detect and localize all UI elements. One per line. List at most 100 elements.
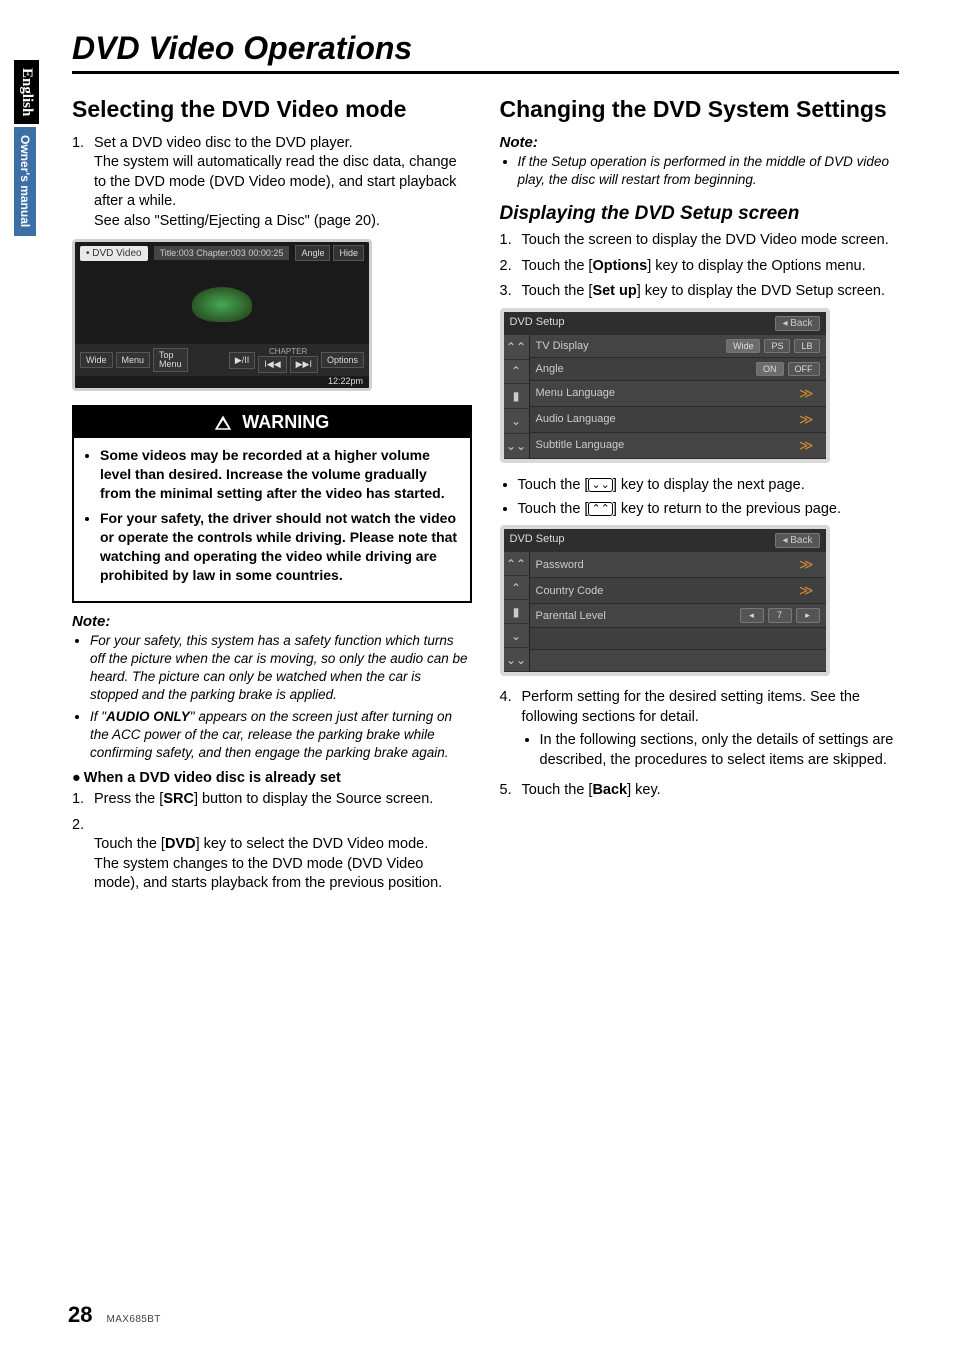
- setup-row-label: Parental Level: [536, 610, 740, 622]
- setup-row-label: Audio Language: [536, 413, 793, 425]
- dvd-setup-screenshot-2: DVD Setup ◂ Back ⌃⌃ ⌃ ▮ ⌄ ⌄⌄ Password≫Co…: [500, 525, 830, 676]
- model-number: MAX685BT: [106, 1314, 160, 1325]
- step-text: Touch the [DVD] key to select the DVD Vi…: [94, 816, 472, 894]
- angle-button[interactable]: Angle: [295, 245, 330, 261]
- list-number: 2.: [72, 816, 94, 894]
- right-column: Changing the DVD System Settings Note: I…: [500, 96, 900, 900]
- list-number: 4.: [500, 688, 522, 774]
- setup-row[interactable]: TV DisplayWidePS LB: [530, 335, 826, 358]
- page-down-icon: ⌄⌄: [588, 478, 612, 492]
- setup-option-button[interactable]: Wide: [726, 339, 761, 353]
- note-label: Note:: [72, 613, 472, 630]
- chapter-label: CHAPTER: [269, 347, 307, 356]
- title-chapter-info: Title:003 Chapter:003: [160, 248, 246, 258]
- chevron-right-icon[interactable]: ≫: [793, 582, 820, 599]
- next-chapter-button[interactable]: ▶▶I: [290, 356, 318, 373]
- setup-row-label: Country Code: [536, 585, 793, 597]
- dvd-video-screenshot: • DVD Video Title:003 Chapter:00300:00:2…: [72, 239, 372, 391]
- list-number: 3.: [500, 282, 522, 302]
- warning-item: Some videos may be recorded at a higher …: [100, 446, 460, 503]
- side-tabs: English Owner's manual: [14, 60, 44, 239]
- step-text: Touch the [Options] key to display the O…: [522, 257, 900, 277]
- step-text: Set a DVD video disc to the DVD player. …: [94, 134, 472, 232]
- tab-owners-manual: Owner's manual: [14, 127, 36, 235]
- list-number: 2.: [500, 257, 522, 277]
- scroll-up-icon[interactable]: ⌃: [504, 576, 529, 600]
- setup-option-button[interactable]: ▸: [796, 608, 820, 623]
- note-label: Note:: [500, 134, 900, 151]
- chevron-right-icon[interactable]: ≫: [793, 437, 820, 454]
- page-title: DVD Video Operations: [72, 30, 899, 74]
- setup-row[interactable]: Password≫: [530, 552, 826, 578]
- setup-row-label: Subtitle Language: [536, 439, 793, 451]
- warning-item: For your safety, the driver should not w…: [100, 509, 460, 585]
- note-item: For your safety, this system has a safet…: [90, 632, 472, 705]
- play-pause-button[interactable]: ▶/II: [229, 352, 255, 369]
- heading-changing-dvd-settings: Changing the DVD System Settings: [500, 96, 900, 124]
- setup-row-label: TV Display: [536, 340, 726, 352]
- bullet-text: Touch the [⌃⌃] key to return to the prev…: [518, 499, 900, 519]
- setup-row[interactable]: Parental Level◂ 7 ▸: [530, 604, 826, 628]
- warning-box: WARNING Some videos may be recorded at a…: [72, 405, 472, 602]
- scroll-up-icon[interactable]: ⌃: [504, 360, 529, 385]
- warning-title: WARNING: [242, 412, 329, 433]
- hide-button[interactable]: Hide: [333, 245, 364, 261]
- scroll-top-icon[interactable]: ⌃⌃: [504, 335, 529, 360]
- heading-selecting-dvd-video-mode: Selecting the DVD Video mode: [72, 96, 472, 124]
- scroll-bottom-icon[interactable]: ⌄⌄: [504, 434, 529, 459]
- scroll-top-icon[interactable]: ⌃⌃: [504, 552, 529, 576]
- setup-option-button[interactable]: ◂: [740, 608, 764, 623]
- step-text: Touch the [Back] key.: [522, 781, 900, 801]
- bullet-text: Touch the [⌄⌄] key to display the next p…: [518, 475, 900, 495]
- setup-option-button[interactable]: ON: [756, 362, 784, 376]
- list-number: 1.: [72, 790, 94, 810]
- scroll-bar-icon[interactable]: ▮: [504, 384, 529, 409]
- video-content-image: [192, 287, 252, 322]
- setup-row[interactable]: AngleON OFF: [530, 358, 826, 381]
- step-text: Touch the [Set up] key to display the DV…: [522, 282, 900, 302]
- prev-chapter-button[interactable]: I◀◀: [258, 356, 286, 373]
- back-button[interactable]: ◂ Back: [775, 533, 819, 548]
- setup-row-empty: [530, 650, 826, 672]
- menu-button[interactable]: Menu: [116, 352, 151, 368]
- step-text: Perform setting for the desired setting …: [522, 688, 900, 774]
- note-item: If the Setup operation is performed in t…: [518, 153, 900, 189]
- setup-row[interactable]: Subtitle Language≫: [530, 433, 826, 459]
- setup-option-button[interactable]: OFF: [788, 362, 820, 376]
- list-number: 5.: [500, 781, 522, 801]
- setup-row-empty: [530, 628, 826, 650]
- dvd-setup-screenshot-1: DVD Setup ◂ Back ⌃⌃ ⌃ ▮ ⌄ ⌄⌄ TV DisplayW…: [500, 308, 830, 463]
- scroll-down-icon[interactable]: ⌄: [504, 624, 529, 648]
- page-up-icon: ⌃⌃: [588, 502, 612, 516]
- setup-row[interactable]: Country Code≫: [530, 578, 826, 604]
- scroll-bar-icon[interactable]: ▮: [504, 600, 529, 624]
- page-number: 28: [68, 1302, 92, 1328]
- setup-option-button[interactable]: LB: [794, 339, 819, 353]
- subheading-already-set: When a DVD video disc is already set: [72, 770, 472, 786]
- top-menu-button[interactable]: Top Menu: [153, 348, 188, 372]
- setup-option-button[interactable]: 7: [768, 608, 792, 623]
- back-button[interactable]: ◂ Back: [775, 316, 819, 331]
- left-column: Selecting the DVD Video mode 1. Set a DV…: [72, 96, 472, 900]
- warning-icon: [214, 414, 232, 432]
- setup-row[interactable]: Menu Language≫: [530, 381, 826, 407]
- tab-english: English: [14, 60, 39, 124]
- options-button[interactable]: Options: [321, 352, 364, 368]
- setup-row-label: Angle: [536, 363, 757, 375]
- chevron-right-icon[interactable]: ≫: [793, 556, 820, 573]
- chevron-right-icon[interactable]: ≫: [793, 385, 820, 402]
- step-text: Touch the screen to display the DVD Vide…: [522, 231, 900, 251]
- scroll-down-icon[interactable]: ⌄: [504, 409, 529, 434]
- source-chip: • DVD Video: [80, 246, 148, 261]
- setup-row-label: Menu Language: [536, 387, 793, 399]
- scroll-bottom-icon[interactable]: ⌄⌄: [504, 648, 529, 672]
- wide-button[interactable]: Wide: [80, 352, 113, 368]
- elapsed-time: 00:00:25: [248, 248, 283, 258]
- setup-row[interactable]: Audio Language≫: [530, 407, 826, 433]
- note-item: If "AUDIO ONLY" appears on the screen ju…: [90, 708, 472, 763]
- panel-title: DVD Setup: [510, 533, 565, 548]
- setup-option-button[interactable]: PS: [764, 339, 790, 353]
- chevron-right-icon[interactable]: ≫: [793, 411, 820, 428]
- step-text: Press the [SRC] button to display the So…: [94, 790, 472, 810]
- clock-display: 12:22pm: [75, 376, 369, 388]
